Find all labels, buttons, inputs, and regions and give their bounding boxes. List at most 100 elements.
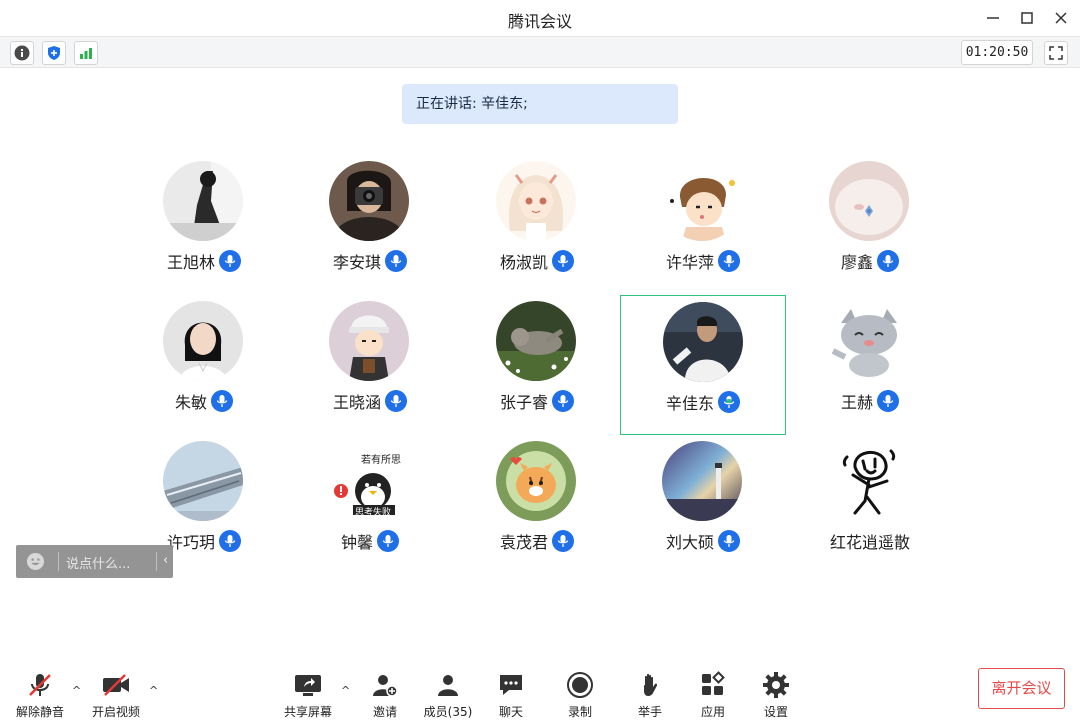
unmute-button[interactable]: 解除静音 (12, 670, 68, 720)
leave-meeting-button[interactable]: 离开会议 (978, 668, 1065, 709)
fullscreen-button[interactable] (1044, 41, 1068, 65)
participant-tile[interactable]: 廖鑫 (787, 141, 953, 281)
raise-hand-label: 举手 (637, 705, 662, 719)
participant-tile[interactable]: 袁茂君 (454, 421, 620, 561)
apps-label: 应用 (700, 705, 725, 719)
participant-tile[interactable]: 王赫 (787, 281, 953, 421)
mic-on-icon (718, 530, 740, 552)
avatar (829, 441, 909, 521)
participant-name: 袁茂君 (499, 533, 548, 552)
invite-label: 邀请 (372, 705, 397, 719)
share-screen-button[interactable]: 共享屏幕 (280, 670, 336, 720)
minimize-button[interactable] (981, 6, 1005, 30)
chat-icon (500, 674, 522, 695)
mic-options-chevron-icon[interactable]: ^ (72, 684, 86, 698)
mic-on-icon (219, 250, 241, 272)
mic-on-icon (385, 250, 407, 272)
participant-name: 刘大硕 (665, 533, 714, 552)
participant-tile[interactable]: 许华萍 (620, 141, 786, 281)
share-screen-icon (295, 674, 321, 696)
avatar (163, 301, 243, 381)
avatar (829, 301, 909, 381)
meeting-info-bar: 01:20:50 (0, 36, 1080, 68)
participant-name: 杨淑凯 (499, 253, 548, 272)
share-options-chevron-icon[interactable]: ^ (341, 684, 355, 698)
window-title: 腾讯会议 (507, 12, 572, 31)
participant-tile[interactable]: 王旭林 (121, 141, 287, 281)
chat-button[interactable]: 聊天 (488, 670, 534, 720)
participant-tile[interactable]: 张子睿 (454, 281, 620, 421)
invite-button[interactable]: 邀请 (360, 670, 410, 720)
meeting-info-button[interactable] (10, 41, 34, 65)
participant-tile[interactable]: 许巧玥 (121, 421, 287, 561)
mic-on-icon (877, 390, 899, 412)
maximize-button[interactable] (1015, 6, 1039, 30)
speaking-banner: 正在讲话: 辛佳东; (402, 84, 678, 124)
avatar (496, 441, 576, 521)
mic-on-icon (877, 250, 899, 272)
participant-name: 王赫 (840, 393, 873, 412)
info-icon (14, 45, 30, 61)
video-options-chevron-icon[interactable]: ^ (149, 684, 163, 698)
shield-icon (48, 46, 60, 60)
title-bar: 腾讯会议 (0, 0, 1080, 36)
mic-on-icon (219, 530, 241, 552)
start-video-button[interactable]: 开启视频 (88, 670, 144, 720)
mic-on-icon (385, 390, 407, 412)
record-button[interactable]: 录制 (557, 670, 603, 720)
record-label: 录制 (567, 705, 592, 719)
participant-tile[interactable]: 红花逍遥散 (787, 421, 953, 561)
avatar (662, 161, 742, 241)
avatar (662, 441, 742, 521)
avatar (329, 301, 409, 381)
participant-name: 辛佳东 (665, 394, 714, 413)
settings-button[interactable]: 设置 (753, 670, 799, 720)
bottom-toolbar: 解除静音 ^ 开启视频 ^ 共享屏幕 ^ 邀请 成员(35) 聊天 录制 举手 … (0, 660, 1080, 720)
emoji-icon (26, 552, 45, 571)
mic-on-icon (552, 250, 574, 272)
participant-tile[interactable]: 李安琪 (287, 141, 453, 281)
avatar (163, 161, 243, 241)
members-button[interactable]: 成员(35) (420, 670, 476, 720)
apps-button[interactable]: 应用 (690, 670, 736, 720)
close-button[interactable] (1049, 6, 1073, 30)
mic-on-icon (211, 390, 233, 412)
chevron-left-icon[interactable]: ‹ (163, 553, 168, 568)
participant-tile[interactable]: 杨淑凯 (454, 141, 620, 281)
fullscreen-icon (1049, 46, 1063, 60)
record-icon (567, 671, 593, 698)
raise-hand-button[interactable]: 举手 (627, 670, 673, 720)
chat-input-placeholder[interactable]: 说点什么... (66, 553, 130, 572)
participant-name: 许华萍 (665, 253, 714, 272)
add-user-icon (373, 674, 398, 697)
participant-name: 张子睿 (499, 393, 548, 412)
participant-tile[interactable]: 朱敏 (121, 281, 287, 421)
participant-tile[interactable]: 若有所思 思考失败 钟馨 (287, 421, 453, 561)
participant-name: 李安琪 (332, 253, 381, 272)
members-label: 成员(35) (423, 705, 473, 719)
participant-name: 红花逍遥散 (829, 533, 910, 552)
chat-input-bar[interactable]: 说点什么... ‹ (16, 545, 173, 578)
participant-name: 廖鑫 (840, 253, 873, 272)
minimize-icon (987, 17, 999, 19)
mic-on-icon (718, 250, 740, 272)
chat-label: 聊天 (498, 705, 523, 719)
maximize-icon (1021, 12, 1033, 24)
members-icon (438, 674, 458, 696)
participant-name: 王晓涵 (332, 393, 381, 412)
meeting-timer: 01:20:50 (961, 40, 1033, 65)
mic-on-icon (552, 530, 574, 552)
gear-icon (763, 671, 789, 698)
chat-divider (156, 552, 157, 571)
mic-on-icon (377, 530, 399, 552)
mic-muted-icon (29, 673, 51, 696)
security-button[interactable] (42, 41, 66, 65)
participant-tile-speaking[interactable]: 辛佳东 (620, 295, 786, 435)
participant-name: 朱敏 (174, 393, 207, 412)
avatar (496, 301, 576, 381)
avatar (829, 161, 909, 241)
participant-tile[interactable]: 王晓涵 (287, 281, 453, 421)
sticker-text-top: 若有所思 (361, 455, 401, 466)
network-signal-button[interactable] (74, 41, 98, 65)
participant-tile[interactable]: 刘大硕 (620, 421, 786, 561)
